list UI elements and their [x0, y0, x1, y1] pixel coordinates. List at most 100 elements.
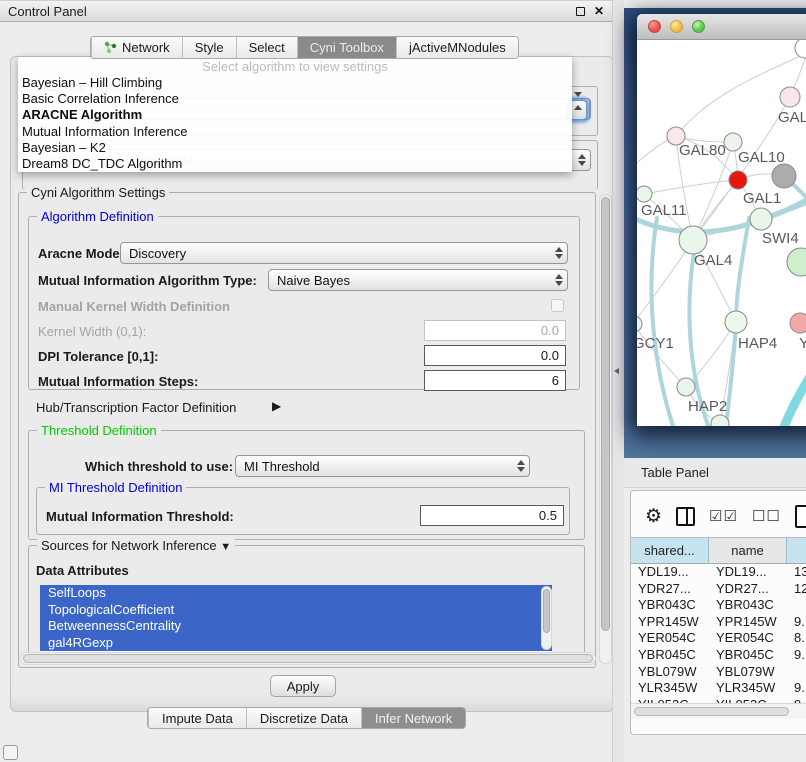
cell-name: YLR345W: [709, 680, 787, 697]
algorithm-option[interactable]: Mutual Information Inference: [18, 124, 572, 140]
network-node-label: GAL4: [694, 252, 732, 269]
panel-splitter[interactable]: [612, 0, 624, 762]
tab[interactable]: Select: [236, 37, 297, 58]
network-node[interactable]: [637, 316, 642, 332]
table-panel-titlebar: Table Panel: [624, 458, 806, 488]
node-table: shared...name YDL19... YDL19... 13 YDR27…: [631, 537, 806, 713]
bottom-tab[interactable]: Impute Data: [148, 708, 246, 728]
splitter-collapse-icon[interactable]: [614, 368, 619, 374]
collapse-arrow-icon[interactable]: ▼: [220, 541, 231, 553]
network-edge[interactable]: [651, 218, 677, 426]
minimize-window-icon[interactable]: [670, 20, 683, 33]
attribute-item[interactable]: gal4RGexp: [40, 635, 552, 652]
algorithm-option[interactable]: Bayesian – Hill Climbing: [18, 75, 572, 91]
network-node[interactable]: [750, 208, 772, 230]
column-header[interactable]: name: [709, 538, 787, 563]
zoom-window-icon[interactable]: [692, 20, 705, 33]
settings-scrollbar-thumb[interactable]: [601, 197, 610, 631]
tab[interactable]: Cyni Toolbox: [297, 37, 396, 58]
network-window-titlebar[interactable]: [637, 14, 806, 40]
network-node-label: HAP4: [738, 335, 777, 352]
table-hscrollbar-thumb[interactable]: [634, 707, 789, 716]
network-view[interactable]: GALGAL80GAL10GAL1GAL11SWI4GAL4GCY1HAP4YH…: [637, 40, 806, 426]
table-row[interactable]: YER054C YER054C 8.: [631, 630, 806, 647]
attributes-scrollbar-thumb[interactable]: [543, 589, 550, 633]
tab[interactable]: Style: [182, 37, 236, 58]
tab[interactable]: jActiveMNodules: [396, 37, 518, 58]
attribute-item[interactable]: TopologicalCoefficient: [40, 602, 552, 619]
network-window[interactable]: GALGAL80GAL10GAL1GAL11SWI4GAL4GCY1HAP4YH…: [637, 14, 806, 426]
network-edge[interactable]: [644, 180, 738, 194]
hub-definition-label[interactable]: Hub/Transcription Factor Definition: [36, 400, 236, 415]
cell-shared-name: YBR045C: [631, 647, 709, 664]
column-layout-icon[interactable]: [676, 507, 695, 526]
network-tab-icon: [104, 41, 117, 54]
settings-scrollbar[interactable]: [599, 194, 612, 664]
column-header[interactable]: shared...: [631, 538, 709, 563]
mi-type-combo[interactable]: Naive Bayes: [268, 269, 568, 291]
bottom-tab[interactable]: Infer Network: [361, 708, 465, 728]
export-table-icon[interactable]: [795, 505, 806, 528]
which-threshold-combo[interactable]: MI Threshold: [235, 455, 530, 477]
network-node[interactable]: [787, 248, 806, 276]
float-panel-icon[interactable]: [576, 7, 585, 16]
control-panel-tabs: Network Style Select: [90, 36, 519, 59]
cell-value: 9.: [787, 680, 806, 697]
attribute-item[interactable]: SelfLoops: [40, 585, 552, 602]
table-hscrollbar[interactable]: [631, 703, 806, 719]
kernel-width-field[interactable]: 0.0: [424, 320, 566, 341]
tab[interactable]: Network: [91, 37, 182, 58]
close-window-icon[interactable]: [648, 20, 661, 33]
table-row[interactable]: YBR045C YBR045C 9.: [631, 647, 806, 664]
corner-widget-button[interactable]: [3, 745, 18, 760]
settings-group-title: Cyni Algorithm Settings: [27, 185, 169, 200]
settings-hscrollbar-thumb[interactable]: [23, 654, 593, 663]
mi-steps-field[interactable]: 6: [424, 370, 566, 391]
close-panel-icon[interactable]: ✕: [594, 5, 604, 17]
table-row[interactable]: YDL19... YDL19... 13: [631, 564, 806, 581]
network-node[interactable]: [729, 171, 747, 189]
expand-arrow-icon[interactable]: ▶: [272, 399, 281, 413]
network-node[interactable]: [677, 378, 695, 396]
network-node[interactable]: [780, 87, 800, 107]
table-row[interactable]: YPR145W YPR145W 9.: [631, 614, 806, 631]
which-threshold-value: MI Threshold: [244, 459, 320, 474]
network-node[interactable]: [637, 186, 652, 202]
table-row[interactable]: YBL079W YBL079W: [631, 664, 806, 681]
bottom-tab[interactable]: Discretize Data: [246, 708, 361, 728]
network-node[interactable]: [679, 226, 707, 254]
algorithm-option[interactable]: Basic Correlation Inference: [18, 91, 572, 107]
algorithm-option[interactable]: Bayesian – K2: [18, 140, 572, 156]
select-all-icon[interactable]: ☑☑: [709, 507, 738, 525]
network-node[interactable]: [790, 313, 806, 333]
algorithm-option[interactable]: ARACNE Algorithm: [18, 107, 572, 123]
network-node-label: GAL10: [738, 149, 785, 166]
cell-shared-name: YPR145W: [631, 614, 709, 631]
manual-kernel-checkbox[interactable]: [551, 299, 564, 312]
deselect-all-icon[interactable]: ☐☐: [752, 507, 781, 525]
table-row[interactable]: YBR043C YBR043C: [631, 597, 806, 614]
column-header[interactable]: [787, 538, 806, 563]
network-node-label: GAL1: [743, 190, 781, 207]
network-edge[interactable]: [637, 240, 693, 324]
table-row[interactable]: YDR27... YDR27... 12: [631, 581, 806, 598]
table-settings-icon[interactable]: ⚙: [645, 507, 662, 526]
attribute-item[interactable]: BetweennessCentrality: [40, 618, 552, 635]
combo-arrows-icon: [551, 243, 567, 263]
combo-arrows-icon: [513, 456, 529, 476]
cell-shared-name: YLR345W: [631, 680, 709, 697]
algorithm-option[interactable]: Dream8 DC_TDC Algorithm: [18, 156, 572, 172]
apply-button[interactable]: Apply: [270, 675, 336, 697]
network-node[interactable]: [725, 311, 747, 333]
settings-hscrollbar[interactable]: [20, 652, 596, 665]
aracne-mode-combo[interactable]: Discovery: [120, 242, 568, 264]
mi-threshold-label: Mutual Information Threshold:: [46, 509, 234, 524]
table-header-row: shared...name: [631, 537, 806, 564]
attributes-scrollbar[interactable]: [541, 586, 552, 650]
network-node[interactable]: [772, 164, 796, 188]
network-node[interactable]: [795, 40, 806, 58]
mi-threshold-field[interactable]: 0.5: [420, 505, 564, 526]
cell-value: 9.: [787, 647, 806, 664]
dpi-tolerance-field[interactable]: 0.0: [424, 345, 566, 366]
table-row[interactable]: YLR345W YLR345W 9.: [631, 680, 806, 697]
